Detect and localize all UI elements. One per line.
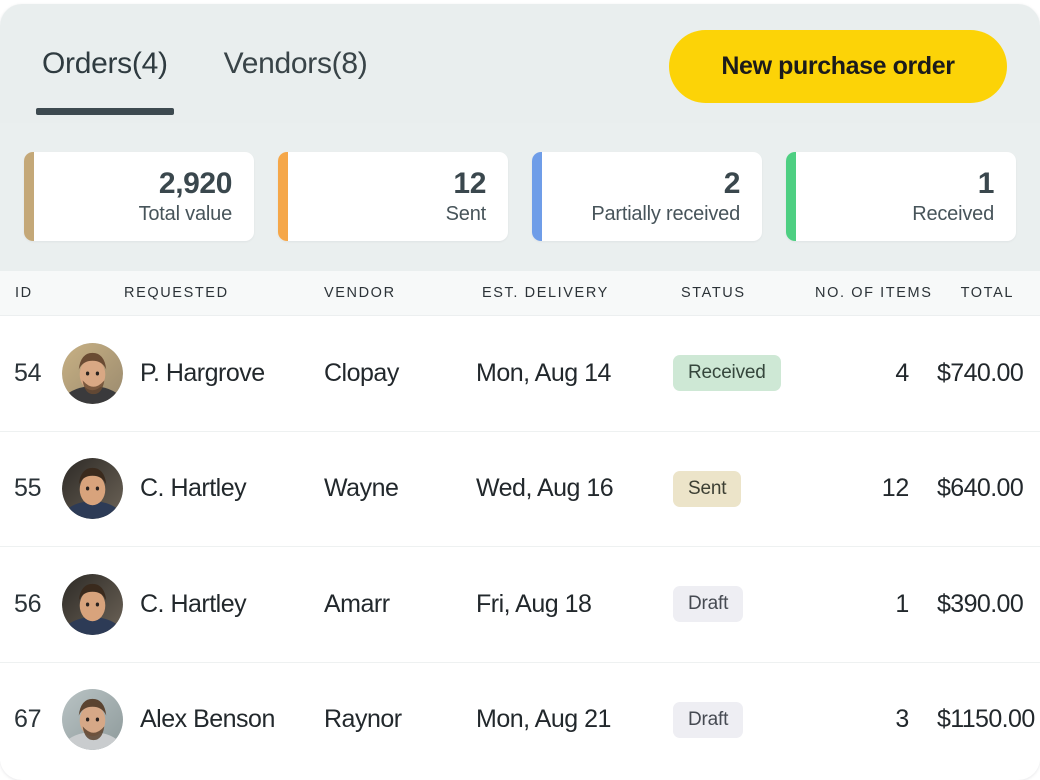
cell-total: $740.00: [937, 358, 1024, 387]
stat-label-received: Received: [912, 203, 994, 226]
stat-value-total-value: 2,920: [158, 166, 232, 200]
cell-total: $1150.00: [937, 705, 1035, 734]
cell-est-delivery: Fri, Aug 18: [476, 589, 592, 618]
column-header-requested[interactable]: REQUESTED: [62, 285, 324, 301]
cell-no-of-items: 1: [895, 589, 909, 618]
cell-requested-name: C. Hartley: [140, 589, 247, 618]
cell-vendor: Amarr: [324, 589, 390, 618]
table-row[interactable]: 55 C. Hartley Wayne Wed, Aug 16 Sent 12 …: [0, 431, 1040, 547]
stat-accent-bar-sent: [278, 152, 288, 241]
stat-card-sent[interactable]: 12 Sent: [278, 152, 508, 241]
column-header-total[interactable]: TOTAL: [947, 285, 1040, 301]
avatar: [62, 689, 123, 751]
stat-value-received: 1: [977, 166, 995, 200]
column-header-id[interactable]: ID: [0, 285, 62, 301]
tab-list: Orders(4) Vendors(8): [0, 4, 373, 123]
cell-total: $640.00: [937, 474, 1024, 503]
stat-card-partially-received[interactable]: 2 Partially received: [532, 152, 762, 241]
status-badge: Sent: [673, 470, 742, 507]
avatar: [62, 342, 123, 404]
column-header-delivery[interactable]: EST. DELIVERY: [476, 285, 673, 301]
stat-label-total-value: Total value: [138, 203, 233, 226]
cell-requested-name: P. Hargrove: [140, 358, 265, 387]
main-panel: Orders(4) Vendors(8) New purchase order …: [0, 4, 1040, 780]
cell-requested-name: C. Hartley: [140, 474, 247, 503]
avatar: [62, 573, 123, 635]
status-badge: Draft: [673, 701, 744, 738]
avatar: [62, 458, 123, 520]
column-header-items[interactable]: NO. OF ITEMS: [815, 285, 947, 301]
tab-vendors[interactable]: Vendors(8): [218, 4, 374, 123]
cell-est-delivery: Mon, Aug 14: [476, 358, 611, 387]
cell-vendor: Raynor: [324, 705, 402, 734]
table-row[interactable]: 56 C. Hartley Amarr Fri, Aug 18 Draft 1 …: [0, 547, 1040, 663]
tab-orders[interactable]: Orders(4): [36, 4, 174, 123]
cell-vendor: Clopay: [324, 358, 399, 387]
status-badge: Draft: [673, 586, 744, 623]
tab-vendors-label: Vendors(8): [223, 46, 368, 80]
stats-strip: 2,920 Total value 12 Sent 2 Partially re…: [0, 123, 1040, 271]
cell-no-of-items: 12: [881, 474, 910, 503]
tab-bar: Orders(4) Vendors(8) New purchase order: [0, 4, 1040, 123]
stat-accent-bar-total-value: [24, 152, 34, 241]
cell-id: 54: [14, 358, 42, 387]
column-header-status[interactable]: STATUS: [673, 285, 815, 301]
stat-card-total-value[interactable]: 2,920 Total value: [24, 152, 254, 241]
cell-vendor: Wayne: [324, 474, 399, 503]
cell-est-delivery: Mon, Aug 21: [476, 705, 611, 734]
cell-id: 56: [14, 589, 42, 618]
purchase-orders-app: Orders(4) Vendors(8) New purchase order …: [0, 0, 1040, 780]
table-row[interactable]: 54 P. Hargrove Clopay Mon, Aug 14 Receiv…: [0, 316, 1040, 432]
tab-orders-label: Orders(4): [42, 46, 168, 80]
table-header: ID REQUESTED VENDOR EST. DELIVERY STATUS…: [0, 271, 1040, 316]
cell-id: 55: [14, 474, 42, 503]
stat-label-sent: Sent: [445, 203, 487, 226]
cell-no-of-items: 3: [895, 705, 909, 734]
status-badge: Received: [673, 355, 781, 392]
stat-card-received[interactable]: 1 Received: [786, 152, 1016, 241]
stat-accent-bar-received: [786, 152, 796, 241]
stat-label-partially-received: Partially received: [591, 203, 740, 226]
stat-accent-bar-partially-received: [532, 152, 542, 241]
column-header-vendor[interactable]: VENDOR: [324, 285, 476, 301]
stat-value-sent: 12: [453, 166, 486, 200]
cell-total: $390.00: [937, 589, 1024, 618]
table-body: 54 P. Hargrove Clopay Mon, Aug 14 Receiv…: [0, 316, 1040, 777]
new-purchase-order-button[interactable]: New purchase order: [669, 30, 1007, 103]
cell-requested-name: Alex Benson: [140, 705, 275, 734]
cell-est-delivery: Wed, Aug 16: [476, 474, 614, 503]
cell-no-of-items: 4: [895, 358, 909, 387]
stat-value-partially-received: 2: [723, 166, 741, 200]
cell-id: 67: [14, 705, 42, 734]
table-row[interactable]: 67 Alex Benson Raynor Mon, Aug 21 Draft …: [0, 662, 1040, 777]
